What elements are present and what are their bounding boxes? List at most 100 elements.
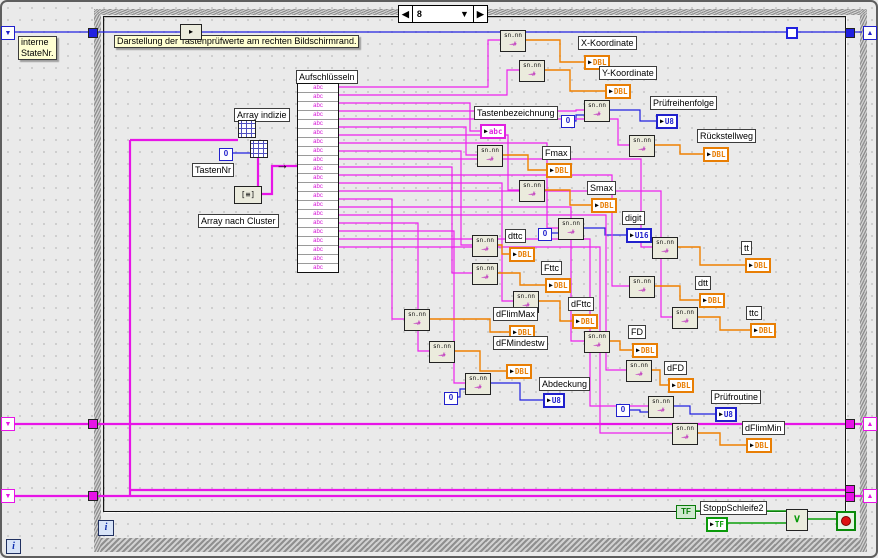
terminal-tt[interactable]: ▶ DBL — [745, 258, 772, 273]
unbundle-field[interactable]: abc — [298, 147, 338, 156]
unbundle-field[interactable]: abc — [298, 84, 338, 93]
unbundle-field[interactable]: abc — [298, 246, 338, 255]
unbundle-node[interactable]: abc abc abc abc abc abc abc abc abc abc … — [297, 83, 339, 273]
case-next-icon[interactable]: ▶ — [474, 6, 487, 22]
string-to-number-node[interactable]: sn.nn →# — [500, 30, 526, 52]
terminal-digit[interactable]: ▶ U16 — [626, 228, 653, 243]
string-to-number-node[interactable]: sn.nn →# — [477, 145, 503, 167]
terminal-dtt[interactable]: ▶ DBL — [699, 293, 726, 308]
label-tastenbezeichnung: Tastenbezeichnung — [474, 106, 558, 120]
zero-constant[interactable]: 0 — [538, 228, 552, 241]
unbundle-field[interactable]: abc — [298, 219, 338, 228]
unbundle-field[interactable]: abc — [298, 228, 338, 237]
true-constant[interactable]: TF — [676, 505, 696, 519]
unbundle-field[interactable]: abc — [298, 129, 338, 138]
blue-square-node[interactable] — [786, 27, 798, 39]
unbundle-field[interactable]: abc — [298, 102, 338, 111]
string-to-number-node[interactable]: sn.nn →# — [648, 396, 674, 418]
index-array-icon[interactable] — [250, 140, 268, 158]
unbundle-field[interactable]: abc — [298, 183, 338, 192]
unbundle-field[interactable]: abc — [298, 111, 338, 120]
terminal-dflimmin[interactable]: ▶ DBL — [746, 438, 773, 453]
terminal-ttc[interactable]: ▶ DBL — [750, 323, 777, 338]
conv-text: →# — [528, 71, 536, 78]
conv-text: sn.nn — [587, 102, 607, 109]
terminal-pruefreihenfolge[interactable]: ▶ U8 — [656, 114, 678, 129]
string-to-number-node[interactable]: sn.nn →# — [652, 237, 678, 259]
shift-register-right-icon[interactable]: ▲ — [863, 489, 877, 503]
terminal-type: DBL — [554, 166, 569, 175]
unbundle-field[interactable]: abc — [298, 120, 338, 129]
shift-register-left-icon[interactable]: ▼ — [1, 489, 15, 503]
unbundle-field[interactable]: abc — [298, 237, 338, 246]
shift-register-right-icon[interactable]: ▲ — [863, 417, 877, 431]
unbundle-field[interactable]: abc — [298, 210, 338, 219]
unbundle-field[interactable]: abc — [298, 138, 338, 147]
tunnel[interactable] — [88, 28, 98, 38]
chevron-down-icon[interactable]: ▼ — [460, 9, 469, 19]
shift-register-left-icon[interactable]: ▼ — [1, 417, 15, 431]
unbundle-field[interactable]: abc — [298, 192, 338, 201]
index-array-icon[interactable] — [238, 120, 256, 138]
unbundle-field[interactable]: abc — [298, 93, 338, 102]
tunnel[interactable] — [845, 419, 855, 429]
case-prev-icon[interactable]: ◀ — [399, 6, 412, 22]
unbundle-field[interactable]: abc — [298, 174, 338, 183]
terminal-tastenbezeichnung[interactable]: ▶ abc — [480, 124, 507, 139]
terminal-rueckstellweg[interactable]: ▶ DBL — [703, 147, 730, 162]
terminal-abdeckung[interactable]: ▶ U8 — [543, 393, 565, 408]
zero-constant[interactable]: 0 — [444, 392, 458, 405]
terminal-dfd[interactable]: ▶ DBL — [668, 378, 695, 393]
terminal-fmax[interactable]: ▶ DBL — [546, 163, 573, 178]
zero-constant[interactable]: 0 — [561, 115, 575, 128]
string-to-number-node[interactable]: sn.nn →# — [558, 218, 584, 240]
case-selector[interactable]: ◀ 8 ▼ ▶ — [398, 5, 488, 23]
string-to-number-node[interactable]: sn.nn →# — [519, 180, 545, 202]
string-to-number-node[interactable]: sn.nn →# — [584, 331, 610, 353]
terminal-dfmindestw[interactable]: ▶ DBL — [506, 364, 533, 379]
string-to-number-node[interactable]: sn.nn →# — [626, 360, 652, 382]
label-dfttc: dFttc — [568, 297, 595, 311]
tunnel[interactable] — [88, 419, 98, 429]
terminal-stoppschleife2[interactable]: ▶ TF — [706, 517, 728, 532]
string-to-number-node[interactable]: sn.nn →# — [429, 341, 455, 363]
tunnel[interactable] — [845, 28, 855, 38]
string-to-number-node[interactable]: sn.nn →# — [629, 276, 655, 298]
tunnel[interactable] — [88, 491, 98, 501]
terminal-dttc[interactable]: ▶ DBL — [509, 247, 536, 262]
iteration-terminal[interactable]: i — [98, 520, 114, 536]
labview-block-diagram: ◀ 8 ▼ ▶ interne StateNr. Darstellung der… — [0, 0, 878, 558]
terminal-type: DBL — [580, 317, 595, 326]
unbundle-field[interactable]: abc — [298, 264, 338, 272]
terminal-dfttc[interactable]: ▶ DBL — [572, 314, 599, 329]
unbundle-field[interactable]: abc — [298, 201, 338, 210]
terminal-fd[interactable]: ▶ DBL — [632, 343, 659, 358]
terminal-pruefroutine[interactable]: ▶ U8 — [715, 407, 737, 422]
or-function-icon[interactable]: ∨ — [786, 509, 808, 531]
outer-iteration-terminal[interactable]: i — [6, 539, 21, 554]
terminal-smax[interactable]: ▶ DBL — [591, 198, 618, 213]
unbundle-field[interactable]: abc — [298, 255, 338, 264]
terminal-y-koordinate[interactable]: ▶ DBL — [605, 84, 632, 99]
string-to-number-node[interactable]: sn.nn →# — [472, 235, 498, 257]
string-to-number-node[interactable]: sn.nn →# — [672, 423, 698, 445]
string-to-number-node[interactable]: sn.nn →# — [472, 263, 498, 285]
string-to-number-node[interactable]: sn.nn →# — [519, 60, 545, 82]
string-to-number-node[interactable]: sn.nn →# — [672, 307, 698, 329]
shift-register-left-icon[interactable]: ▼ — [1, 26, 15, 40]
string-to-number-node[interactable]: sn.nn →# — [584, 100, 610, 122]
zero-constant[interactable]: 0 — [616, 404, 630, 417]
string-to-number-node[interactable]: sn.nn →# — [404, 309, 430, 331]
unbundle-field[interactable]: abc — [298, 165, 338, 174]
case-selector-value[interactable]: 8 — [417, 9, 422, 19]
array-to-cluster-icon[interactable]: [≡] — [234, 186, 262, 204]
string-to-number-node[interactable]: sn.nn →# — [629, 135, 655, 157]
string-to-number-node[interactable]: sn.nn →# — [465, 373, 491, 395]
terminal-fttc[interactable]: ▶ DBL — [545, 278, 572, 293]
shift-register-right-icon[interactable]: ▲ — [863, 26, 877, 40]
unbundle-field[interactable]: abc — [298, 156, 338, 165]
increment-node-icon[interactable]: ▸ — [180, 24, 202, 40]
tastennr-constant[interactable]: 0 — [219, 148, 233, 161]
tunnel[interactable] — [845, 492, 855, 502]
loop-condition-terminal[interactable] — [836, 511, 856, 531]
